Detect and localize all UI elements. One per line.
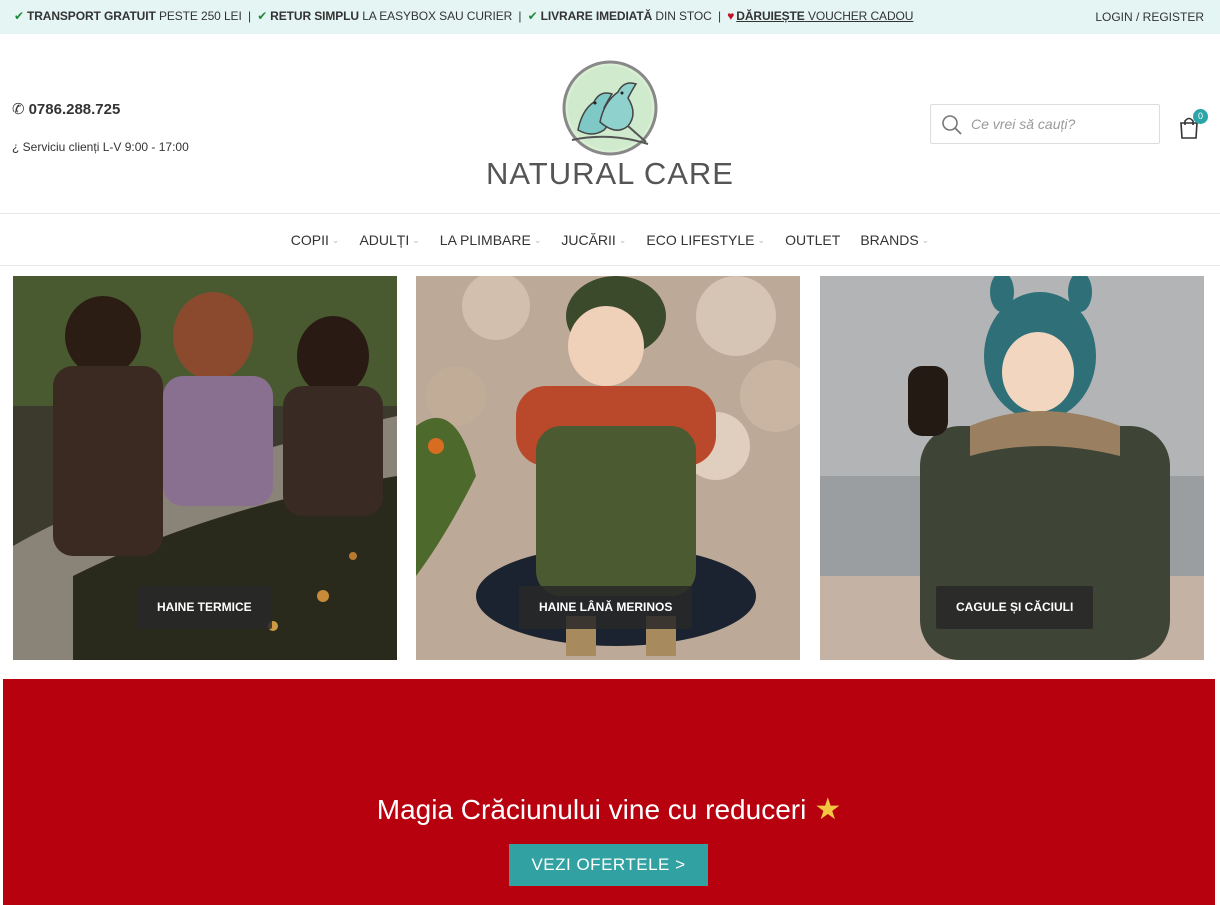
chevron-down-icon: ⌄ [757,234,766,245]
main-nav-list: COPII ⌄ ADULȚI ⌄ LA PLIMBARE ⌄ JUCĂRII ⌄ ECO LIF… [0,232,1220,248]
banner-title-text: Magia Crăciunului vine cu reduceri [376,794,807,825]
nav-item-label: BRANDS [860,232,919,248]
login-register-link[interactable]: LOGIN / REGISTER [1095,10,1204,24]
category-label[interactable]: CAGULE ȘI CĂCIULI [936,586,1094,629]
search-box [930,104,1160,144]
customer-service-hours: ¿ Serviciu clienți L-V 9:00 - 17:00 [12,140,189,154]
category-label[interactable]: HAINE TERMICE [137,586,272,629]
nav-item-jucării[interactable]: JUCĂRII ⌄ [551,232,636,248]
cart-count-badge: 0 [1193,109,1208,124]
gift-voucher-bold: DĂRUIEȘTE [736,9,805,23]
nav-item-copii[interactable]: COPII ⌄ [281,232,350,248]
chevron-down-icon: ⌄ [533,234,542,245]
nav-item-eco-lifestyle[interactable]: ECO LIFESTYLE ⌄ [636,232,775,248]
nav-item-label: ADULȚI [359,232,410,248]
nav-item-la-plimbare[interactable]: LA PLIMBARE ⌄ [430,232,552,248]
chevron-down-icon: ⌄ [331,234,340,245]
check-icon: ✔ [257,9,268,23]
promo-2-bold: RETUR SIMPLU [270,9,359,23]
nav-item-brands[interactable]: BRANDS ⌄ [850,232,939,248]
category-tile-cagule-si-caciuli[interactable]: CAGULE ȘI CĂCIULI [820,276,1204,660]
christmas-promo-banner: Magia Crăciunului vine cu reduceri ★ VEZI… [3,679,1215,905]
nav-item-label: LA PLIMBARE [439,232,531,248]
gift-voucher-link[interactable]: DĂRUIEȘTE VOUCHER CADOU [736,9,913,23]
heart-icon: ♥ [727,9,735,23]
category-label[interactable]: HAINE LÂNĂ MERINOS [519,586,693,629]
logo-text: NATURAL CARE [486,156,734,191]
promo-3-bold: LIVRARE IMEDIATĂ [540,9,653,23]
promo-2-rest: LA EASYBOX SAU CURIER [362,9,513,23]
category-tile-haine-termice[interactable]: HAINE TERMICE [13,276,397,660]
banner-title: Magia Crăciunului vine cu reduceri ★ [3,792,1215,827]
search-input[interactable] [971,114,1151,134]
promo-separator: | [247,9,251,23]
nav-item-label: COPII [290,232,329,248]
chevron-down-icon: ⌄ [618,234,627,245]
chevron-down-icon: ⌄ [412,234,420,245]
cart-button[interactable]: 0 [1178,109,1208,140]
see-offers-button[interactable]: VEZI OFERTELE > [509,844,708,886]
nav-item-adulți[interactable]: ADULȚI ⌄ [349,232,429,248]
promo-3-rest: DIN STOC [655,9,712,23]
nav-item-label: JUCĂRII [561,232,616,248]
gift-voucher-rest: VOUCHER CADOU [807,9,914,23]
birds-logo-icon [562,60,658,156]
nav-item-label: ECO LIFESTYLE [646,232,755,248]
promo-1-rest: PESTE 250 LEI [158,9,242,23]
phone-number[interactable]: ✆ 0786.288.725 [12,100,120,118]
category-tile-haine-lana-merinos[interactable]: HAINE LÂNĂ MERINOS [416,276,800,660]
promo-1-bold: TRANSPORT GRATUIT [26,9,156,23]
top-bar: ✔ TRANSPORT GRATUIT PESTE 250 LEI | ✔ RETU… [0,0,1220,34]
check-icon: ✔ [527,9,538,23]
main-nav: COPII ⌄ ADULȚI ⌄ LA PLIMBARE ⌄ JUCĂRII ⌄ ECO LIF… [0,215,1220,266]
phone-text: 0786.288.725 [28,101,121,118]
promo-separator: | [717,9,721,23]
search-icon[interactable] [941,114,963,136]
nav-item-outlet[interactable]: OUTLET [775,232,850,248]
nav-item-label: OUTLET [785,232,841,248]
site-logo[interactable]: NATURAL CARE [482,60,738,191]
star-icon: ★ [814,793,842,826]
promo-separator: | [518,9,522,23]
site-header: ✆ 0786.288.725 ¿ Serviciu clienți L-V 9:0… [0,34,1220,214]
phone-icon: ✆ [12,101,25,118]
promo-strip: ✔ TRANSPORT GRATUIT PESTE 250 LEI | ✔ RETU… [14,9,913,23]
chevron-down-icon: ⌄ [921,234,930,245]
check-icon: ✔ [14,9,24,23]
